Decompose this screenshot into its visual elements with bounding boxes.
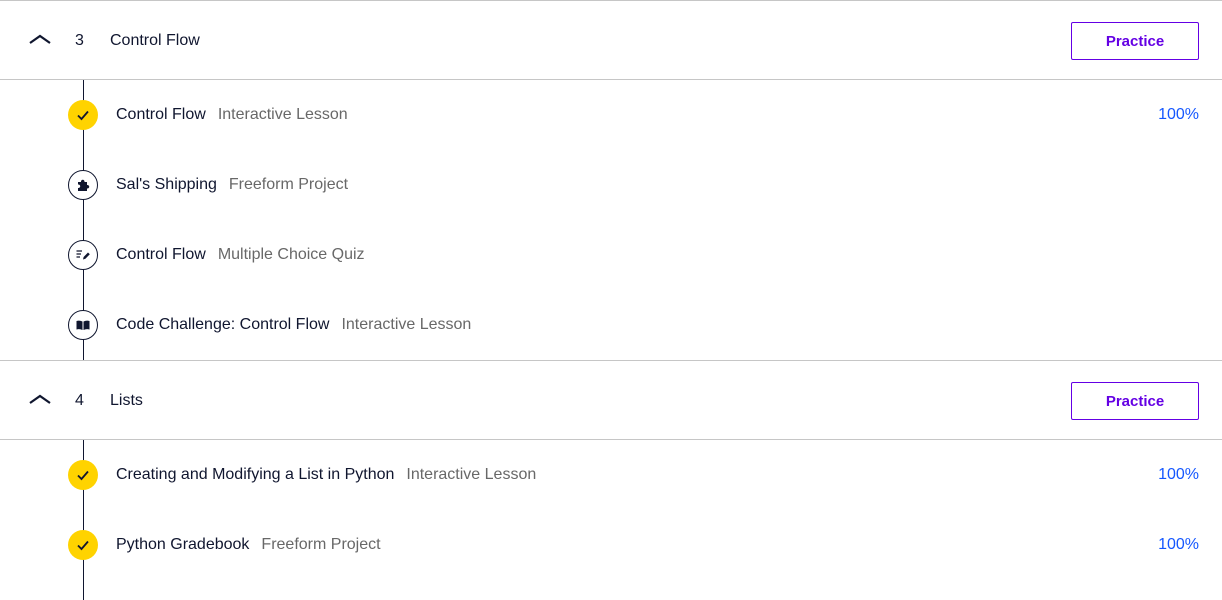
item-type: Interactive Lesson <box>341 316 472 333</box>
item-title[interactable]: Control Flow Interactive Lesson <box>116 80 348 150</box>
item-type: Interactive Lesson <box>217 106 348 123</box>
list-item[interactable]: Control Flow Multiple Choice Quiz <box>0 220 1222 290</box>
list-item[interactable]: Python Gradebook Freeform Project 100% <box>0 510 1222 580</box>
item-progress: 100% <box>1158 536 1199 553</box>
practice-button[interactable]: Practice <box>1071 382 1199 420</box>
incomplete-status <box>68 310 98 340</box>
module-number: 4 <box>75 392 84 409</box>
complete-status <box>68 530 98 560</box>
quiz-icon <box>76 250 90 260</box>
item-type: Multiple Choice Quiz <box>217 246 365 263</box>
list-item[interactable]: Control Flow Interactive Lesson 100% <box>0 80 1222 150</box>
chevron-up-icon[interactable] <box>28 387 52 411</box>
complete-status <box>68 100 98 130</box>
item-progress: 100% <box>1158 466 1199 483</box>
module-title: Control Flow <box>110 32 200 49</box>
item-title[interactable]: Code Challenge: Control Flow Interactive … <box>116 290 471 360</box>
module-3: 3 Control Flow Practice Control Flow Inte… <box>0 0 1222 360</box>
module-header[interactable]: 4 Lists Practice <box>0 360 1222 440</box>
module-title: Lists <box>110 392 143 409</box>
item-type: Freeform Project <box>261 536 381 553</box>
module-items: Creating and Modifying a List in Python I… <box>0 440 1222 600</box>
item-title[interactable]: Creating and Modifying a List in Python I… <box>116 440 536 510</box>
incomplete-status <box>68 170 98 200</box>
chevron-up-icon[interactable] <box>28 27 52 51</box>
complete-status <box>68 460 98 490</box>
list-item[interactable]: Sal's Shipping Freeform Project <box>0 150 1222 220</box>
item-type: Freeform Project <box>228 176 349 193</box>
list-item[interactable]: Creating and Modifying a List in Python I… <box>0 440 1222 510</box>
module-4: 4 Lists Practice Creating and Modifying … <box>0 360 1222 600</box>
module-header[interactable]: 3 Control Flow Practice <box>0 0 1222 80</box>
book-icon <box>76 320 90 330</box>
puzzle-icon <box>78 179 90 191</box>
module-items: Control Flow Interactive Lesson 100% Sal'… <box>0 80 1222 360</box>
practice-button[interactable]: Practice <box>1071 22 1199 60</box>
item-type: Interactive Lesson <box>406 466 537 483</box>
list-item[interactable]: Code Challenge: Control Flow Interactive … <box>0 290 1222 360</box>
module-number: 3 <box>75 32 84 49</box>
incomplete-status <box>68 240 98 270</box>
item-title[interactable]: Sal's Shipping Freeform Project <box>116 150 348 220</box>
check-icon <box>77 470 89 481</box>
item-title[interactable]: Control Flow Multiple Choice Quiz <box>116 220 365 290</box>
item-title[interactable]: Python Gradebook Freeform Project <box>116 510 381 580</box>
check-icon <box>77 110 89 121</box>
item-progress: 100% <box>1158 106 1199 123</box>
check-icon <box>77 540 89 551</box>
